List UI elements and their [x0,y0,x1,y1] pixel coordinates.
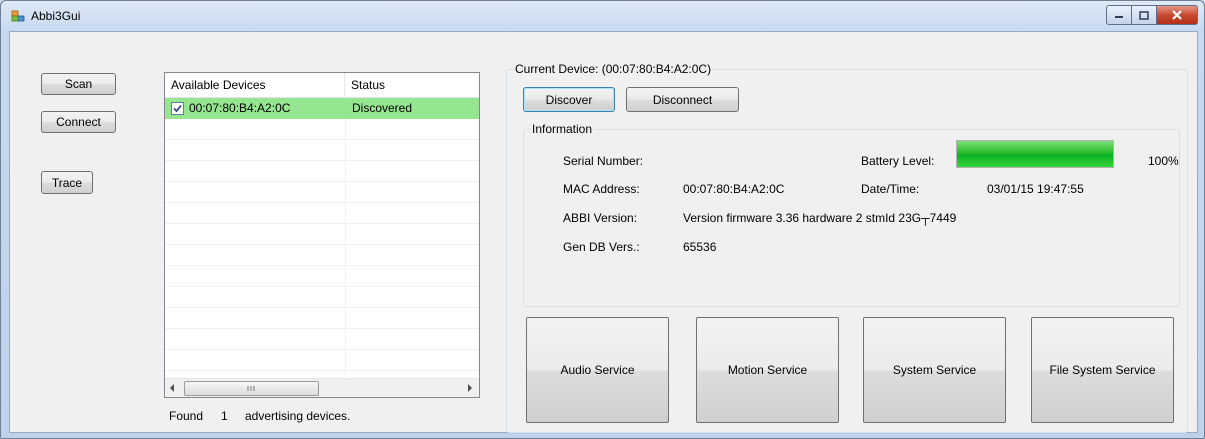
horizontal-scrollbar[interactable] [165,378,479,397]
checkmark-icon [173,104,182,113]
connect-button[interactable]: Connect [41,111,116,133]
scroll-left-icon[interactable] [169,384,175,392]
row-checkbox[interactable] [171,102,184,115]
app-window: Abbi3Gui Scan Connect Trace Available De… [0,0,1205,439]
device-address-cell: 00:07:80:B4:A2:0C [189,101,291,115]
audio-service-button[interactable]: Audio Service [526,317,669,423]
table-row[interactable]: 00:07:80:B4:A2:0C Discovered [165,98,479,119]
abbi-version-label: ABBI Version: [563,211,638,225]
grid-line [165,370,479,371]
maximize-button[interactable] [1132,5,1157,25]
close-button[interactable] [1157,5,1198,25]
current-device-label: Current Device: (00:07:80:B4:A2:0C) [513,62,714,76]
information-title: Information [530,122,595,136]
title-bar[interactable]: Abbi3Gui [1,1,1204,31]
system-service-button[interactable]: System Service [863,317,1006,423]
grid-line [165,181,479,182]
mac-address-label: MAC Address: [563,182,640,196]
date-time-label: Date/Time: [861,182,920,196]
grid-line [165,202,479,203]
column-header-status[interactable]: Status [345,73,479,97]
grid-line [165,349,479,350]
trace-button[interactable]: Trace [41,171,93,194]
date-time-value: 03/01/15 19:47:55 [987,182,1084,196]
found-count: 1 [221,409,228,423]
minimize-icon [1115,16,1123,18]
battery-percent: 100% [1148,154,1179,168]
file-system-service-button[interactable]: File System Service [1031,317,1174,423]
grid-line [165,307,479,308]
serial-number-label: Serial Number: [563,154,644,168]
gen-db-version-label: Gen DB Vers.: [563,240,640,254]
grip-icon [247,386,255,391]
discover-button[interactable]: Discover [523,87,615,112]
scrollbar-thumb[interactable] [184,381,319,396]
maximize-icon [1139,10,1149,20]
battery-level-label: Battery Level: [861,154,935,168]
scroll-right-icon[interactable] [467,384,473,392]
window-controls [1106,5,1198,25]
found-label: Found [169,409,204,423]
grid-line [165,286,479,287]
close-icon [1172,10,1182,20]
grid-line [165,223,479,224]
battery-progress-bar [956,140,1114,168]
grid-line [165,244,479,245]
mac-address-value: 00:07:80:B4:A2:0C [683,182,785,196]
abbi-version-value: Version firmware 3.36 hardware 2 stmId 2… [683,211,957,225]
grid-line [165,265,479,266]
found-suffix: advertising devices. [245,409,351,423]
device-list[interactable]: Available Devices Status 00:07:80:B4:A2:… [164,72,480,398]
client-area: Scan Connect Trace Available Devices Sta… [9,31,1198,433]
motion-service-button[interactable]: Motion Service [696,317,839,423]
app-window-icon [11,10,25,22]
gen-db-version-value: 65536 [683,240,717,254]
scan-button[interactable]: Scan [41,73,116,95]
minimize-button[interactable] [1106,5,1132,25]
device-status-cell: Discovered [352,101,413,115]
battery-progress-fill [957,141,1113,167]
grid-line [165,160,479,161]
grid-line [165,139,479,140]
list-header: Available Devices Status [165,73,479,98]
column-header-devices[interactable]: Available Devices [165,73,345,97]
grid-line [165,328,479,329]
disconnect-button[interactable]: Disconnect [626,87,739,112]
window-title: Abbi3Gui [31,9,81,23]
